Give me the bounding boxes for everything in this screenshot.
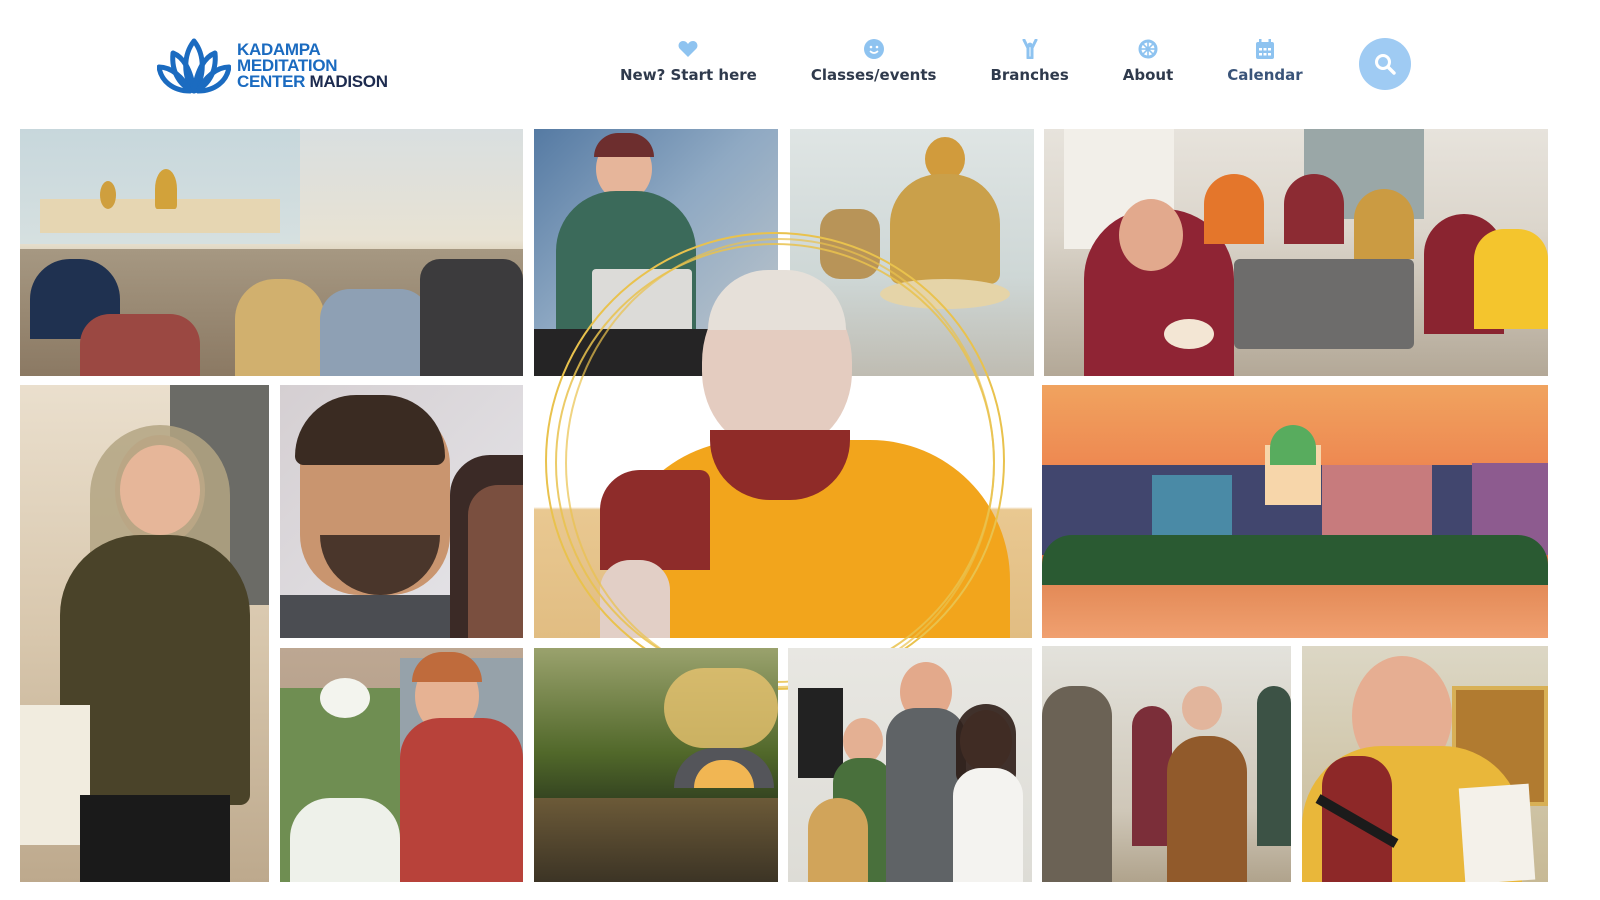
logo-line-3-part-1: CENTER	[237, 72, 306, 91]
search-icon	[1375, 54, 1396, 75]
three-people-photo	[788, 648, 1032, 882]
main-nav: New? Start here Classes/events Branches …	[610, 38, 1330, 84]
man-profile-photo	[280, 385, 523, 638]
city-skyline-sunset-photo	[1042, 385, 1548, 638]
nav-label: Classes/events	[810, 66, 937, 84]
meditation-hall-photo	[20, 129, 523, 376]
gathering-photo	[1042, 646, 1291, 882]
logo-text: KADAMPA MEDITATION CENTER MADISON	[237, 41, 388, 91]
dharma-wheel-icon	[1137, 38, 1159, 60]
nav-label: Branches	[990, 66, 1069, 84]
nav-new-start-here[interactable]: New? Start here	[610, 38, 784, 84]
nav-label: About	[1122, 66, 1174, 84]
logo-line-3-part-2: MADISON	[309, 72, 388, 91]
monk-speaking-photo	[1302, 646, 1548, 882]
lotus-icon	[157, 38, 231, 94]
river-bridge-photo	[534, 648, 778, 882]
nav-label: New? Start here	[620, 66, 757, 84]
nav-label: Calendar	[1227, 66, 1303, 84]
heart-icon	[677, 38, 699, 60]
woman-smiling-photo	[20, 385, 269, 882]
site-logo[interactable]: KADAMPA MEDITATION CENTER MADISON	[157, 37, 388, 95]
group-meal-photo	[1044, 129, 1548, 376]
search-button[interactable]	[1359, 38, 1411, 90]
nav-calendar[interactable]: Calendar	[1200, 38, 1329, 84]
person-arms-up-icon	[1019, 38, 1041, 60]
smile-icon	[863, 38, 885, 60]
nav-branches[interactable]: Branches	[963, 38, 1095, 84]
logo-line-3: CENTER MADISON	[237, 72, 388, 91]
woman-flowers-photo	[280, 648, 523, 882]
nav-about[interactable]: About	[1096, 38, 1201, 84]
nav-classes-events[interactable]: Classes/events	[784, 38, 964, 84]
calendar-icon	[1254, 38, 1276, 60]
site-header: KADAMPA MEDITATION CENTER MADISON New? S…	[0, 0, 1600, 128]
gold-ring-decoration-outer	[565, 238, 995, 688]
